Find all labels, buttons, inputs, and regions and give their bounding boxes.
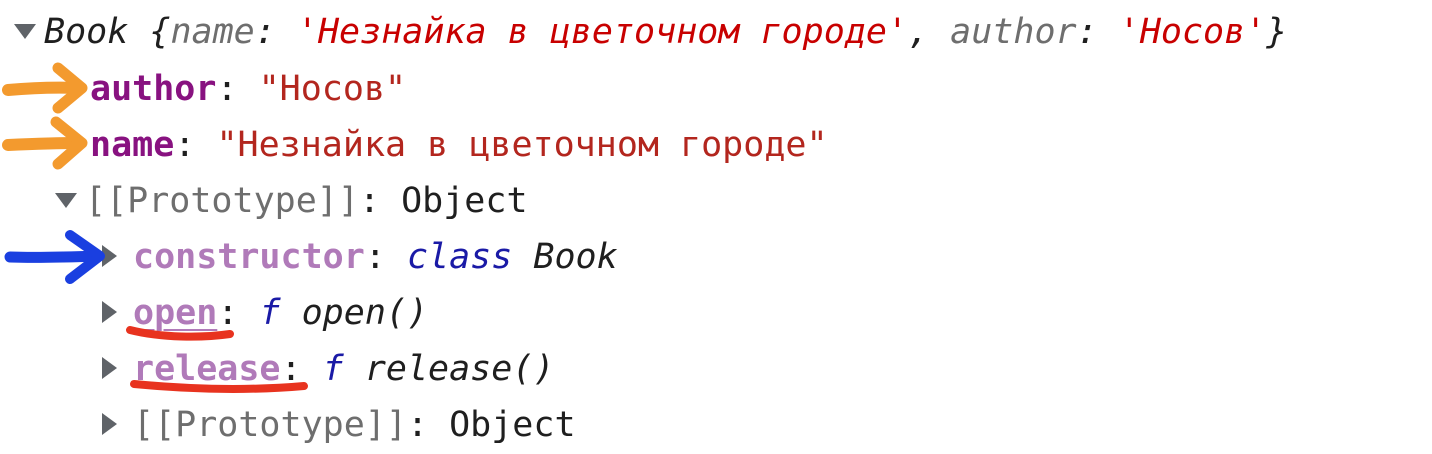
property-value: Object — [449, 405, 576, 445]
property-key: author — [90, 69, 217, 109]
function-keyword: f — [322, 349, 344, 389]
property-key: constructor — [133, 237, 365, 277]
property-colon: : — [280, 349, 323, 389]
collapse-triangle-icon[interactable] — [14, 23, 36, 39]
property-colon: : — [406, 405, 450, 445]
property-colon: : — [174, 125, 217, 165]
orange-arrow-icon — [2, 62, 88, 114]
collapse-triangle-icon[interactable] — [55, 192, 77, 208]
summary-comma: , — [908, 12, 951, 52]
summary-colon-2: : — [1076, 12, 1119, 52]
orange-arrow-icon — [2, 116, 88, 170]
property-key: open — [133, 293, 218, 333]
property-value: Book — [533, 237, 618, 277]
object-summary-row[interactable]: Book {name: 'Незнайка в цветочном городе… — [14, 4, 1287, 60]
summary-value-author: 'Носов' — [1118, 12, 1267, 52]
property-colon: : — [217, 293, 260, 333]
expand-triangle-icon[interactable] — [102, 357, 117, 379]
prototype-child-release[interactable]: release: f release() — [98, 341, 554, 397]
open-brace: { — [128, 12, 171, 52]
prototype-colon: : — [358, 181, 402, 221]
property-row-author[interactable]: author: "Носов" — [90, 61, 406, 117]
class-keyword: class — [406, 237, 513, 277]
summary-colon: : — [254, 12, 297, 52]
property-colon: : — [216, 69, 259, 109]
property-value: "Носов" — [258, 69, 407, 109]
property-value: open() — [301, 293, 429, 333]
function-keyword: f — [259, 293, 281, 333]
prototype-row[interactable]: [[Prototype]]: Object — [55, 173, 528, 229]
blue-arrow-icon — [4, 230, 105, 284]
property-row-name[interactable]: name: "Незнайка в цветочном городе" — [90, 117, 828, 173]
class-name: Book — [44, 12, 129, 52]
property-key: name — [90, 125, 175, 165]
property-value: "Незнайка в цветочном городе" — [216, 125, 828, 165]
summary-key-name: name — [170, 12, 255, 52]
expand-triangle-icon[interactable] — [102, 413, 117, 435]
prototype-child-prototype[interactable]: [[Prototype]]: Object — [98, 397, 576, 453]
property-key: [[Prototype]] — [133, 405, 407, 445]
prototype-key: [[Prototype]] — [85, 181, 359, 221]
property-colon: : — [364, 237, 407, 277]
summary-key-author: author — [950, 12, 1077, 52]
summary-value-name: 'Незнайка в цветочном городе' — [296, 12, 908, 52]
prototype-value: Object — [401, 181, 528, 221]
property-value: release() — [364, 349, 555, 389]
property-key: release — [133, 349, 281, 389]
close-brace: } — [1266, 12, 1288, 52]
expand-triangle-icon[interactable] — [102, 245, 117, 267]
prototype-child-constructor[interactable]: constructor: class Book — [98, 229, 618, 285]
expand-triangle-icon[interactable] — [102, 301, 117, 323]
prototype-child-open[interactable]: open: f open() — [98, 285, 428, 341]
